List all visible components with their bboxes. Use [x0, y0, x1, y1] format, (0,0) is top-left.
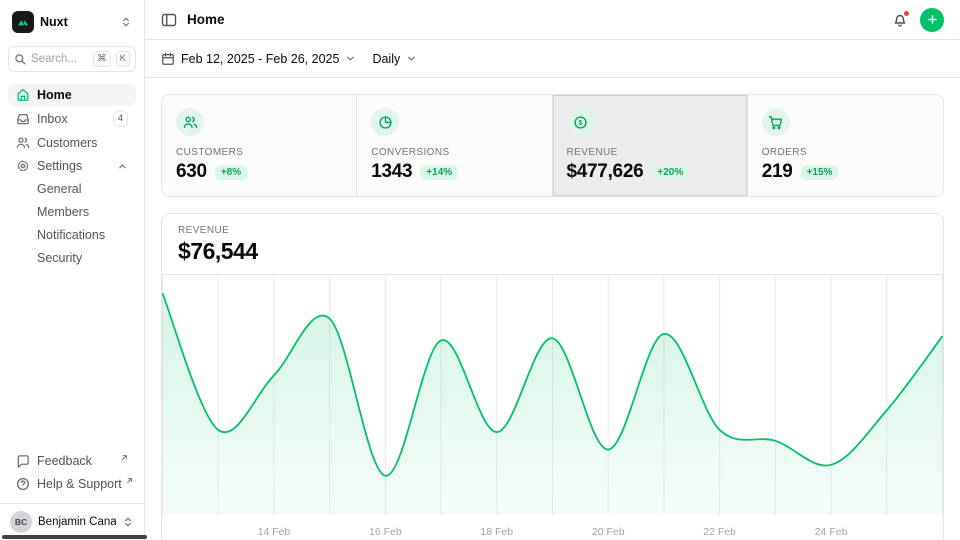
stat-label: CUSTOMERS [176, 147, 342, 158]
search-input[interactable]: Search... ⌘ K [8, 46, 136, 72]
stat-card-conversions[interactable]: CONVERSIONS 1343 +14% [357, 95, 552, 196]
stat-value: $477,626 [567, 161, 644, 183]
sidebar-item-label: Customers [37, 136, 128, 150]
sidebar-item-notifications[interactable]: Notifications [8, 224, 136, 246]
sidebar-item-label: Home [37, 88, 128, 102]
sidebar-item-security[interactable]: Security [8, 247, 136, 269]
sidebar-item-inbox[interactable]: Inbox 4 [8, 107, 136, 131]
arrow-up-right-icon [126, 477, 133, 484]
footer-link-label: Help & Support [37, 477, 122, 491]
filters-toolbar: Feb 12, 2025 - Feb 26, 2025 Daily [145, 40, 960, 78]
horizontal-scrollbar[interactable] [2, 535, 147, 539]
sidebar-item-label: Inbox [37, 112, 106, 126]
svg-text:$: $ [579, 119, 583, 126]
dashboard-content: CUSTOMERS 630 +8% CONVERSIONS 1343 +14% [145, 78, 960, 540]
sidebar-item-settings[interactable]: Settings [8, 155, 136, 177]
granularity-label: Daily [372, 52, 400, 66]
sidebar: Nuxt Search... ⌘ K Home [0, 0, 145, 540]
sidebar-spacer [8, 269, 136, 450]
collapse-sidebar-button[interactable] [161, 12, 177, 28]
stat-delta-badge: +15% [801, 165, 839, 180]
nuxt-logo-icon [12, 11, 34, 33]
workspace-switcher[interactable]: Nuxt [8, 8, 136, 36]
workspace-name: Nuxt [40, 15, 114, 29]
shopping-cart-icon [762, 108, 790, 136]
plus-icon [927, 14, 938, 25]
sidebar-nav: Home Inbox 4 Customers Settings [8, 84, 136, 269]
message-icon [16, 454, 30, 468]
sidebar-item-customers[interactable]: Customers [8, 132, 136, 154]
svg-text:20 Feb: 20 Feb [592, 526, 625, 538]
kbd-k: K [116, 51, 130, 67]
stat-card-customers[interactable]: CUSTOMERS 630 +8% [162, 95, 357, 196]
granularity-select[interactable]: Daily [372, 52, 417, 66]
help-circle-icon [16, 477, 30, 491]
search-icon [14, 53, 26, 65]
circle-dollar-icon: $ [567, 108, 595, 136]
sidebar-item-label: Settings [37, 159, 110, 173]
kbd-cmd: ⌘ [93, 51, 111, 67]
svg-text:18 Feb: 18 Feb [480, 526, 513, 538]
feedback-link[interactable]: Feedback [8, 450, 136, 472]
chart-metric-label: REVENUE [178, 225, 927, 236]
panel-left-icon [161, 12, 177, 28]
chevrons-up-down-icon [122, 516, 134, 528]
stat-label: CONVERSIONS [371, 147, 537, 158]
chart-pie-icon [371, 108, 399, 136]
stat-value: 1343 [371, 161, 412, 183]
stat-card-orders[interactable]: ORDERS 219 +15% [748, 95, 943, 196]
add-button[interactable] [920, 8, 944, 32]
stat-label: REVENUE [567, 147, 733, 158]
sidebar-footer: Feedback Help & Support [8, 450, 136, 503]
app-window: Nuxt Search... ⌘ K Home [0, 0, 960, 540]
help-support-link[interactable]: Help & Support [8, 473, 136, 495]
search-placeholder: Search... [31, 53, 88, 65]
chart-metric-value: $76,544 [178, 238, 927, 265]
stat-value: 219 [762, 161, 793, 183]
notification-dot [903, 10, 910, 17]
calendar-icon [161, 52, 175, 66]
stat-delta-badge: +14% [420, 165, 458, 180]
stats-cards: CUSTOMERS 630 +8% CONVERSIONS 1343 +14% [161, 94, 944, 197]
sidebar-item-home[interactable]: Home [8, 84, 136, 106]
footer-link-label: Feedback [37, 454, 117, 468]
page-title: Home [187, 12, 225, 27]
date-range-picker[interactable]: Feb 12, 2025 - Feb 26, 2025 [161, 52, 356, 66]
users-icon [176, 108, 204, 136]
chevrons-up-down-icon [120, 16, 132, 28]
chevron-down-icon [406, 53, 417, 64]
stat-value: 630 [176, 161, 207, 183]
chevron-up-icon [117, 161, 128, 172]
notifications-button[interactable] [892, 12, 908, 28]
chart-header: REVENUE $76,544 [162, 214, 943, 275]
inbox-count-badge: 4 [113, 111, 128, 127]
svg-text:22 Feb: 22 Feb [703, 526, 736, 538]
avatar: BC [10, 511, 32, 533]
user-name: Benjamin Canac [38, 516, 116, 528]
top-header: Home [145, 0, 960, 40]
stat-label: ORDERS [762, 147, 929, 158]
date-range-label: Feb 12, 2025 - Feb 26, 2025 [181, 52, 339, 66]
users-icon [16, 136, 30, 150]
arrow-up-right-icon [121, 454, 128, 461]
header-actions [892, 8, 944, 32]
stat-delta-badge: +8% [215, 165, 247, 180]
gear-icon [16, 159, 30, 173]
svg-text:14 Feb: 14 Feb [258, 526, 291, 538]
chart-area: 14 Feb 16 Feb 18 Feb 20 Feb 22 Feb 24 Feb [162, 275, 943, 540]
svg-text:24 Feb: 24 Feb [815, 526, 848, 538]
revenue-area-chart: 14 Feb 16 Feb 18 Feb 20 Feb 22 Feb 24 Feb [162, 275, 943, 540]
stat-card-revenue[interactable]: $ REVENUE $477,626 +20% [553, 95, 748, 196]
svg-text:16 Feb: 16 Feb [369, 526, 402, 538]
stat-delta-badge: +20% [651, 165, 689, 180]
sidebar-item-general[interactable]: General [8, 178, 136, 200]
inbox-icon [16, 112, 30, 126]
main-area: Home Feb 12, 2 [145, 0, 960, 540]
chevron-down-icon [345, 53, 356, 64]
sidebar-item-members[interactable]: Members [8, 201, 136, 223]
home-icon [16, 88, 30, 102]
revenue-chart-panel: REVENUE $76,544 14 Feb 16 Feb 18 Feb 20 Feb… [161, 213, 944, 540]
